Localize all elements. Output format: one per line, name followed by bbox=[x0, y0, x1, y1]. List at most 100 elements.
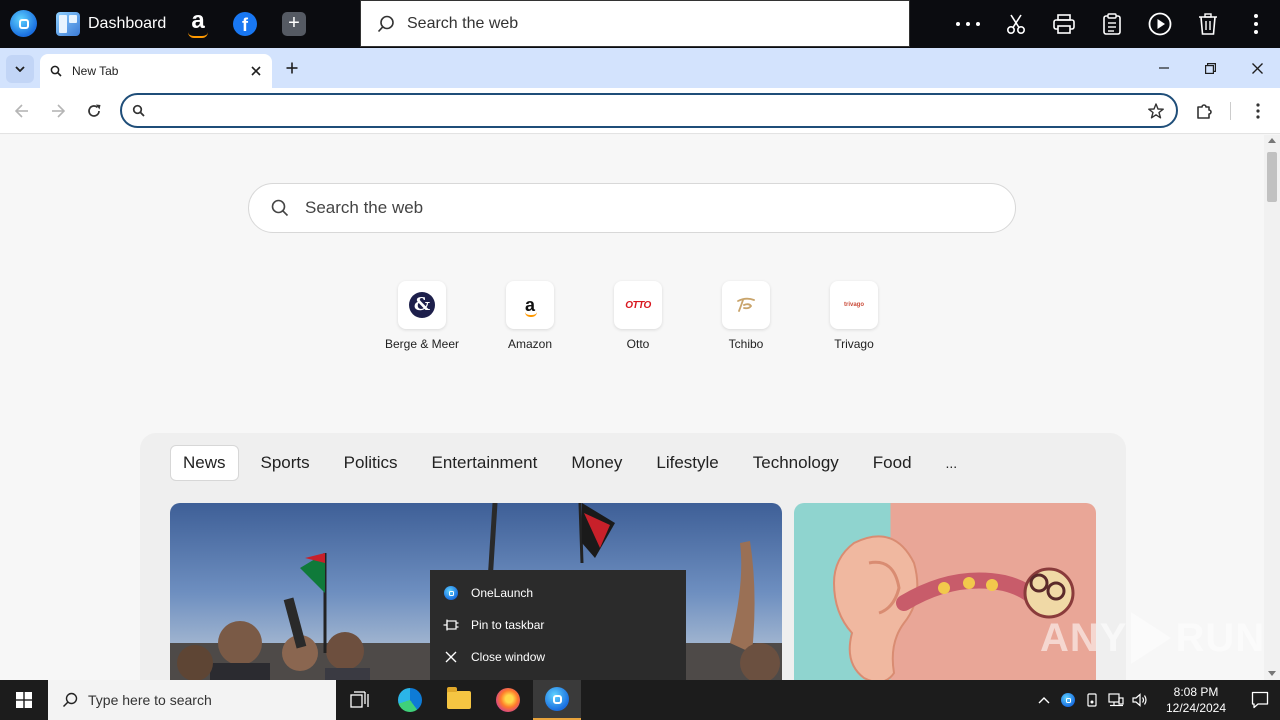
tab-sports[interactable]: Sports bbox=[249, 445, 322, 481]
taskbar-jump-list: OneLaunch Pin to taskbar Close window bbox=[430, 570, 686, 682]
taskbar-file-explorer[interactable] bbox=[435, 680, 483, 720]
tray-onelaunch[interactable] bbox=[1056, 680, 1080, 720]
tray-overflow-button[interactable] bbox=[1032, 680, 1056, 720]
folder-icon bbox=[447, 687, 471, 709]
network-icon bbox=[1108, 693, 1124, 707]
otto-logo-icon: OTTO bbox=[625, 299, 651, 311]
new-tab-button[interactable] bbox=[280, 56, 304, 80]
minimize-button[interactable] bbox=[1141, 48, 1187, 88]
dashboard-button[interactable]: Dashboard bbox=[56, 12, 166, 36]
start-button[interactable] bbox=[0, 680, 48, 720]
tab-money[interactable]: Money bbox=[559, 445, 634, 481]
menu-item-pin-to-taskbar[interactable]: Pin to taskbar bbox=[430, 609, 686, 641]
amazon-shortcut-icon[interactable]: a bbox=[186, 9, 210, 38]
shortcut-otto[interactable]: OTTO Otto bbox=[584, 281, 692, 351]
task-view-icon bbox=[350, 691, 369, 708]
clipboard-icon bbox=[1103, 13, 1121, 35]
notification-center-button[interactable] bbox=[1240, 680, 1280, 720]
tab-new-tab[interactable]: New Tab bbox=[40, 54, 272, 88]
pin-icon bbox=[443, 619, 459, 631]
reload-button[interactable] bbox=[80, 97, 108, 125]
kebab-icon bbox=[1256, 103, 1260, 119]
shortcut-trivago[interactable]: trivago Trivago bbox=[800, 281, 908, 351]
speaker-icon bbox=[1132, 693, 1147, 707]
restore-button[interactable] bbox=[1187, 48, 1233, 88]
taskbar-search-box[interactable]: Type here to search bbox=[48, 680, 336, 720]
back-button[interactable] bbox=[8, 97, 36, 125]
watermark-play-icon bbox=[1131, 612, 1172, 664]
add-shortcut-button[interactable]: + bbox=[282, 12, 306, 36]
shortcut-tchibo[interactable]: Tchibo bbox=[692, 281, 800, 351]
taskbar-onelaunch[interactable] bbox=[533, 680, 581, 720]
menu-item-close-window[interactable]: Close window bbox=[430, 641, 686, 673]
menu-item-onelaunch[interactable]: OneLaunch bbox=[430, 577, 686, 609]
address-bar[interactable] bbox=[120, 93, 1178, 128]
print-button[interactable] bbox=[1040, 0, 1088, 48]
watermark-left: ANY bbox=[1040, 615, 1128, 660]
taskbar-clock[interactable]: 8:08 PM 12/24/2024 bbox=[1160, 684, 1232, 716]
clock-time: 8:08 PM bbox=[1173, 685, 1219, 699]
tab-news[interactable]: News bbox=[170, 445, 239, 481]
anyrun-watermark: ANY RUN bbox=[1040, 612, 1265, 664]
tray-device-button[interactable] bbox=[1080, 680, 1104, 720]
device-icon bbox=[1087, 693, 1097, 707]
system-tray: 8:08 PM 12/24/2024 bbox=[1032, 680, 1280, 720]
delete-button[interactable] bbox=[1184, 0, 1232, 48]
shortcut-amazon[interactable]: a Amazon bbox=[476, 281, 584, 351]
tab-more[interactable]: ... bbox=[934, 445, 970, 481]
snip-button[interactable] bbox=[992, 0, 1040, 48]
taskbar-edge[interactable] bbox=[386, 680, 434, 720]
windows-taskbar: Type here to search 8:08 PM 12/24/2024 bbox=[0, 680, 1280, 720]
restore-icon bbox=[1204, 62, 1216, 74]
address-input[interactable] bbox=[153, 102, 1148, 119]
tab-search-button[interactable] bbox=[6, 55, 34, 83]
puzzle-icon bbox=[1197, 104, 1212, 119]
onelaunch-icon bbox=[545, 687, 569, 711]
more-button[interactable] bbox=[944, 0, 992, 48]
search-icon bbox=[62, 692, 78, 708]
extensions-button[interactable] bbox=[1191, 97, 1219, 125]
tab-lifestyle[interactable]: Lifestyle bbox=[644, 445, 730, 481]
onelaunch-search-box[interactable]: Search the web bbox=[360, 0, 910, 47]
search-icon bbox=[377, 15, 394, 32]
task-view-button[interactable] bbox=[336, 680, 384, 720]
browser-toolbar bbox=[0, 88, 1280, 134]
onelaunch-menu-button[interactable] bbox=[1232, 0, 1280, 48]
notes-button[interactable] bbox=[1088, 0, 1136, 48]
scroll-down-arrow-icon[interactable] bbox=[1268, 671, 1276, 676]
browser-menu-button[interactable] bbox=[1244, 97, 1272, 125]
taskbar-firefox[interactable] bbox=[484, 680, 532, 720]
shortcut-label: Tchibo bbox=[728, 337, 764, 351]
onelaunch-icon bbox=[1061, 693, 1075, 707]
page-search-placeholder: Search the web bbox=[305, 198, 424, 217]
tab-close-button[interactable] bbox=[246, 61, 266, 81]
onelaunch-logo-icon[interactable] bbox=[10, 10, 37, 37]
page-search-box[interactable]: Search the web bbox=[248, 183, 1016, 233]
news-category-tabs: News Sports Politics Entertainment Money… bbox=[170, 445, 979, 481]
scrollbar-thumb[interactable] bbox=[1267, 152, 1277, 202]
tab-politics[interactable]: Politics bbox=[332, 445, 410, 481]
search-icon bbox=[132, 104, 145, 117]
tray-volume-button[interactable] bbox=[1128, 680, 1152, 720]
shortcut-berge-meer[interactable]: & Berge & Meer bbox=[368, 281, 476, 351]
close-icon bbox=[445, 651, 457, 663]
dashboard-icon bbox=[56, 12, 80, 36]
page-scrollbar[interactable] bbox=[1264, 135, 1280, 680]
forward-button[interactable] bbox=[44, 97, 72, 125]
tab-technology[interactable]: Technology bbox=[741, 445, 851, 481]
shortcut-tile: a bbox=[506, 281, 554, 329]
shortcut-label: Trivago bbox=[834, 337, 874, 351]
bookmark-star-icon[interactable] bbox=[1148, 102, 1164, 119]
tray-network-button[interactable] bbox=[1104, 680, 1128, 720]
facebook-shortcut-icon[interactable]: f bbox=[233, 12, 257, 36]
close-icon bbox=[251, 66, 261, 76]
tchibo-logo-icon bbox=[737, 297, 755, 312]
close-window-button[interactable] bbox=[1234, 48, 1280, 88]
tab-entertainment[interactable]: Entertainment bbox=[420, 445, 550, 481]
plus-icon bbox=[286, 62, 298, 74]
onelaunch-icon bbox=[444, 586, 458, 600]
tab-title: New Tab bbox=[72, 64, 119, 78]
tab-food[interactable]: Food bbox=[861, 445, 924, 481]
scroll-up-arrow-icon[interactable] bbox=[1268, 138, 1276, 143]
media-button[interactable] bbox=[1136, 0, 1184, 48]
